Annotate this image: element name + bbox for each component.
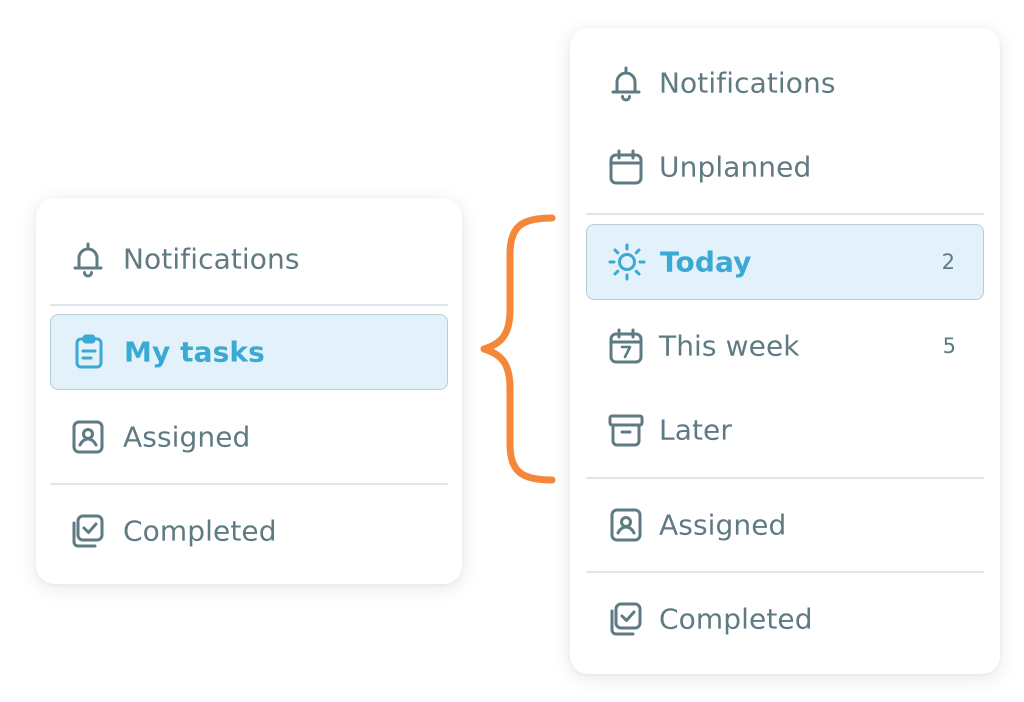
bell-icon <box>606 63 646 103</box>
menu-item-notifications[interactable]: Notifications <box>50 221 448 297</box>
task-count-badge: 2 <box>941 250 955 274</box>
sun-icon <box>607 242 647 282</box>
menu-divider <box>50 304 448 306</box>
calendar-icon <box>606 147 646 187</box>
menu-item-notifications[interactable]: Notifications <box>586 45 984 121</box>
clipboard-icon <box>69 332 109 372</box>
user-card-icon <box>68 417 108 457</box>
completed-check-icon <box>68 511 108 551</box>
menu-item-label: Today <box>660 245 752 279</box>
calendar-7-icon <box>606 326 646 366</box>
menu-item-later[interactable]: Later <box>586 392 984 468</box>
menu-divider <box>586 571 984 573</box>
user-card-icon <box>606 505 646 545</box>
archive-box-icon <box>606 410 646 450</box>
menu-item-label: Notifications <box>123 242 300 276</box>
menu-item-label: My tasks <box>124 335 265 369</box>
menu-item-completed[interactable]: Completed <box>586 581 984 657</box>
menu-item-label: Unplanned <box>659 150 812 184</box>
menu-item-my-tasks[interactable]: My tasks <box>50 314 448 390</box>
completed-check-icon <box>606 599 646 639</box>
menu-divider <box>50 483 448 485</box>
menu-divider <box>586 477 984 479</box>
sidebar-menu-expanded: Notifications Unplanned Today 2 This wee… <box>570 28 1000 674</box>
menu-item-assigned[interactable]: Assigned <box>586 487 984 563</box>
menu-item-label: Notifications <box>659 66 836 100</box>
menu-item-label: Completed <box>123 514 277 548</box>
sidebar-menu-collapsed: Notifications My tasks Assigned Complete… <box>36 198 462 584</box>
menu-item-label: Completed <box>659 602 813 636</box>
bell-icon <box>68 239 108 279</box>
menu-item-today[interactable]: Today 2 <box>586 224 984 300</box>
menu-item-label: This week <box>659 329 800 363</box>
curly-brace-connector <box>480 214 556 484</box>
menu-item-label: Later <box>659 413 732 447</box>
menu-item-label: Assigned <box>659 508 787 542</box>
menu-item-completed[interactable]: Completed <box>50 493 448 569</box>
task-count-badge: 5 <box>942 334 956 358</box>
menu-item-assigned[interactable]: Assigned <box>50 399 448 475</box>
menu-item-unplanned[interactable]: Unplanned <box>586 129 984 205</box>
menu-divider <box>586 213 984 215</box>
menu-item-this-week[interactable]: This week 5 <box>586 308 984 384</box>
menu-item-label: Assigned <box>123 420 251 454</box>
